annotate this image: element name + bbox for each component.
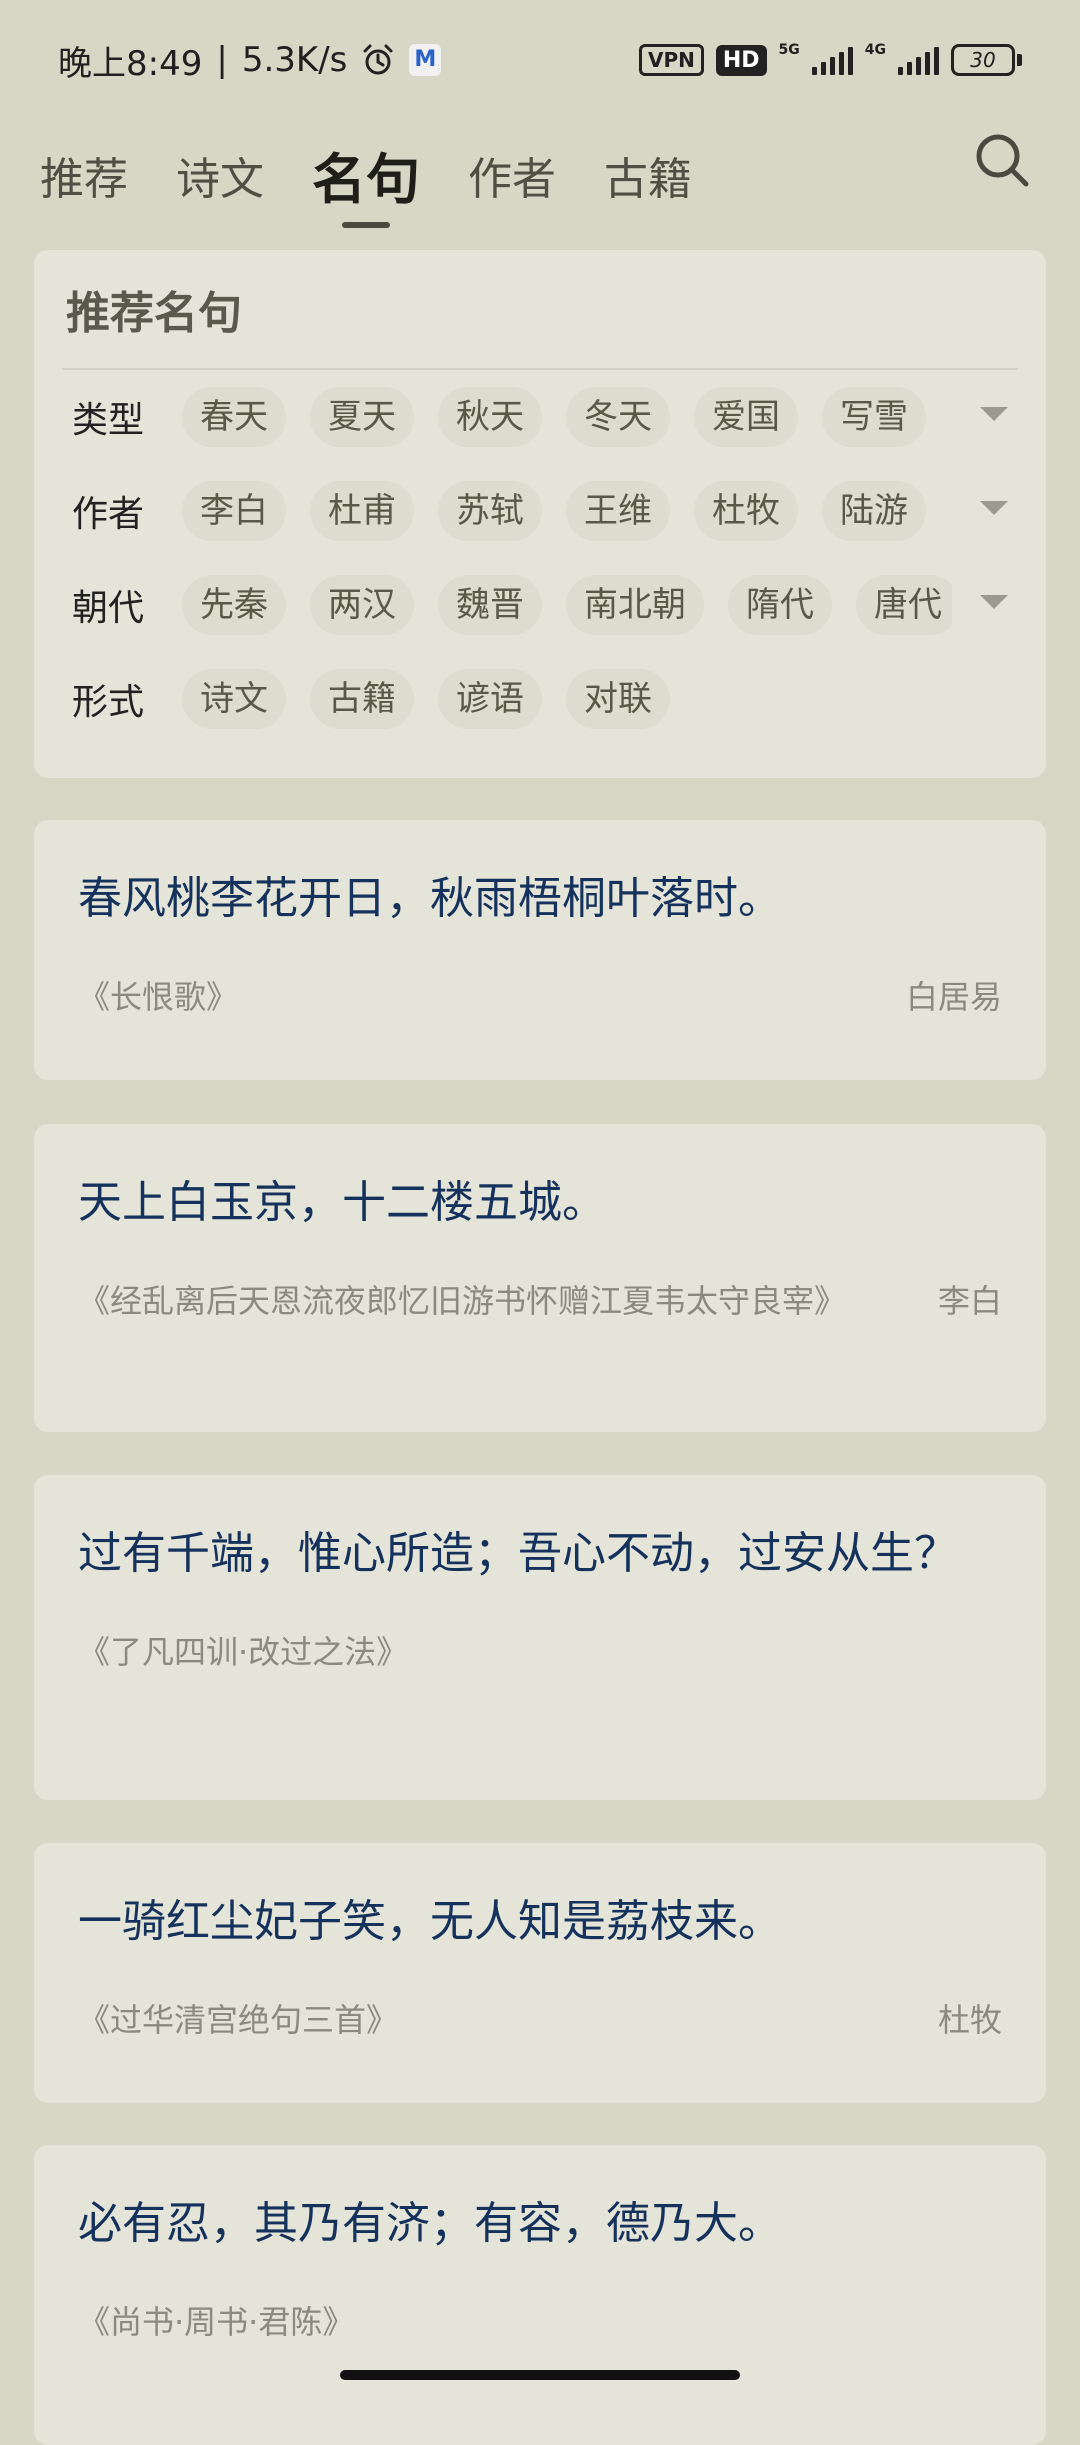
quote-card[interactable]: 必有忍，其乃有济；有容，德乃大。 《尚书·周书·君陈》 <box>34 2145 1046 2445</box>
vpn-badge: VPN <box>638 44 704 76</box>
quote-meta: 《过华清宫绝句三首》 杜牧 <box>78 1997 1002 2043</box>
filter-row-author: 作者 李白 杜甫 苏轼 王维 杜牧 陆游 <box>62 464 1018 558</box>
quote-text: 春风桃李花开日，秋雨梧桐叶落时。 <box>78 873 782 924</box>
status-left: 晚上8:49 | 5.3K/s M <box>58 36 442 85</box>
chip-form-poems[interactable]: 诗文 <box>182 669 286 729</box>
chip-author-sushi[interactable]: 苏轼 <box>438 481 542 541</box>
chip-list-type: 春天 夏天 秋天 冬天 爱国 写雪 <box>182 387 952 447</box>
chip-author-wangwei[interactable]: 王维 <box>566 481 670 541</box>
tab-recommend[interactable]: 推荐 <box>40 140 128 220</box>
chip-type-patriotic[interactable]: 爱国 <box>694 387 798 447</box>
battery-icon: 30 <box>951 44 1022 76</box>
network-5g-label: 5G <box>778 42 800 58</box>
chip-dynasty-weijin[interactable]: 魏晋 <box>438 575 542 635</box>
tab-poems[interactable]: 诗文 <box>176 140 264 220</box>
signal-bars-icon-2 <box>898 45 939 75</box>
chip-list-author: 李白 杜甫 苏轼 王维 杜牧 陆游 <box>182 481 952 541</box>
quote-text: 必有忍，其乃有济；有容，德乃大。 <box>78 2198 782 2249</box>
quote-text: 天上白玉京，十二楼五城。 <box>78 1177 606 1228</box>
filter-title: 推荐名句 <box>66 288 242 339</box>
quote-card[interactable]: 春风桃李花开日，秋雨梧桐叶落时。 《长恨歌》 白居易 <box>34 820 1046 1080</box>
filter-row-form: 形式 诗文 古籍 谚语 对联 <box>62 652 1018 746</box>
filter-row-type: 类型 春天 夏天 秋天 冬天 爱国 写雪 <box>62 370 1018 464</box>
filter-card: 推荐名句 类型 春天 夏天 秋天 冬天 爱国 写雪 作者 李白 杜甫 苏轼 王维… <box>34 250 1046 778</box>
hd-badge: HD <box>715 44 767 76</box>
chip-author-luyou[interactable]: 陆游 <box>822 481 926 541</box>
quote-author[interactable]: 白居易 <box>906 974 1002 1020</box>
status-separator: | <box>216 40 228 80</box>
quote-source[interactable]: 《长恨歌》 <box>78 974 238 1020</box>
chip-dynasty-sui[interactable]: 隋代 <box>728 575 832 635</box>
home-indicator[interactable] <box>340 2370 740 2380</box>
status-right: VPN HD 5G 4G 30 <box>638 42 1022 76</box>
quote-source[interactable]: 《经乱离后天恩流夜郎忆旧游书怀赠江夏韦太守良宰》 <box>78 1278 846 1324</box>
filter-label-dynasty: 朝代 <box>72 588 145 629</box>
chip-list-form: 诗文 古籍 谚语 对联 <box>182 669 952 729</box>
search-icon[interactable] <box>972 130 1032 190</box>
mail-app-icon: M <box>409 44 442 76</box>
expand-author-chevron-down-icon[interactable] <box>980 501 1008 515</box>
chip-type-winter[interactable]: 冬天 <box>566 387 670 447</box>
quote-meta: 《尚书·周书·君陈》 <box>78 2299 1002 2345</box>
status-speed: 5.3K/s <box>241 40 348 80</box>
signal-bars-icon <box>811 45 853 75</box>
status-time: 晚上8:49 <box>58 43 203 84</box>
filter-label-form: 形式 <box>72 682 145 723</box>
quote-author[interactable]: 李白 <box>938 1278 1002 1324</box>
chip-form-classics[interactable]: 古籍 <box>310 669 414 729</box>
chip-dynasty-nanbeichao[interactable]: 南北朝 <box>566 575 704 635</box>
quote-card[interactable]: 天上白玉京，十二楼五城。 《经乱离后天恩流夜郎忆旧游书怀赠江夏韦太守良宰》 李白 <box>34 1124 1046 1432</box>
quote-text: 过有千端，惟心所造；吾心不动，过安从生？ <box>78 1528 958 1579</box>
quote-meta: 《经乱离后天恩流夜郎忆旧游书怀赠江夏韦太守良宰》 李白 <box>78 1278 1002 1324</box>
chip-type-spring[interactable]: 春天 <box>182 387 286 447</box>
chip-author-libai[interactable]: 李白 <box>182 481 286 541</box>
quote-meta: 《长恨歌》 白居易 <box>78 974 1002 1020</box>
chip-dynasty-tang[interactable]: 唐代 <box>856 575 952 635</box>
expand-type-chevron-down-icon[interactable] <box>980 407 1008 421</box>
quote-card[interactable]: 一骑红尘妃子笑，无人知是荔枝来。 《过华清宫绝句三首》 杜牧 <box>34 1843 1046 2103</box>
chip-author-dufu[interactable]: 杜甫 <box>310 481 414 541</box>
quote-text: 一骑红尘妃子笑，无人知是荔枝来。 <box>78 1896 782 1947</box>
battery-level: 30 <box>951 44 1015 76</box>
alarm-clock-icon <box>363 44 393 75</box>
expand-dynasty-chevron-down-icon[interactable] <box>980 595 1008 609</box>
quote-source[interactable]: 《尚书·周书·君陈》 <box>78 2299 354 2345</box>
status-bar: 晚上8:49 | 5.3K/s M VPN HD 5G 4G 30 <box>0 0 1080 120</box>
filter-label-type: 类型 <box>72 400 145 441</box>
quote-author[interactable]: 杜牧 <box>938 1997 1002 2043</box>
chip-author-dumu[interactable]: 杜牧 <box>694 481 798 541</box>
chip-form-couplets[interactable]: 对联 <box>566 669 670 729</box>
chip-type-summer[interactable]: 夏天 <box>310 387 414 447</box>
quote-card[interactable]: 过有千端，惟心所造；吾心不动，过安从生？ 《了凡四训·改过之法》 <box>34 1475 1046 1800</box>
quote-source[interactable]: 《过华清宫绝句三首》 <box>78 1997 398 2043</box>
top-tab-bar: 推荐 诗文 名句 作者 古籍 <box>0 120 1080 240</box>
quote-source[interactable]: 《了凡四训·改过之法》 <box>78 1629 408 1675</box>
filter-label-author: 作者 <box>72 494 145 535</box>
tab-authors[interactable]: 作者 <box>468 140 556 220</box>
filter-row-dynasty: 朝代 先秦 两汉 魏晋 南北朝 隋代 唐代 <box>62 558 1018 652</box>
chip-dynasty-xianqin[interactable]: 先秦 <box>182 575 286 635</box>
chip-form-proverbs[interactable]: 谚语 <box>438 669 542 729</box>
quote-meta: 《了凡四训·改过之法》 <box>78 1629 1002 1675</box>
tab-classics[interactable]: 古籍 <box>604 140 692 220</box>
tab-famous-lines[interactable]: 名句 <box>312 140 420 228</box>
chip-list-dynasty: 先秦 两汉 魏晋 南北朝 隋代 唐代 <box>182 575 952 635</box>
chip-type-snow[interactable]: 写雪 <box>822 387 926 447</box>
chip-dynasty-lianghan[interactable]: 两汉 <box>310 575 414 635</box>
network-4g-label: 4G <box>864 42 886 58</box>
chip-type-autumn[interactable]: 秋天 <box>438 387 542 447</box>
